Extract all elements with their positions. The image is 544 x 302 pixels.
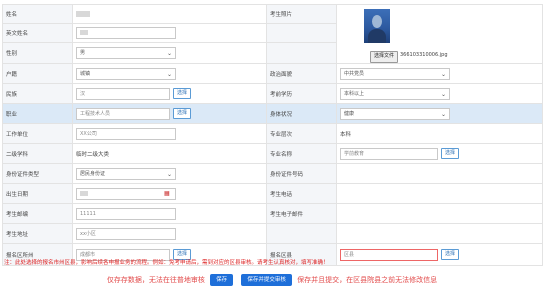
label-photo: 考生照片 — [266, 4, 337, 24]
label-address: 考生地址 — [2, 223, 73, 244]
id-type-select[interactable]: 居民身份证 ⌄ — [76, 167, 176, 180]
education-select[interactable]: 本科以上 ⌄ — [340, 87, 450, 100]
label-major-length: 专业层次 — [266, 123, 337, 144]
footer-actions: 仅存存数据，无法在往普地审核 保存 保存并提交审核 保存并且提交，在区县院县之前… — [0, 274, 544, 286]
label-education: 考前学历 — [266, 83, 337, 104]
health-value: 健康 — [344, 110, 355, 117]
label-major-name: 专业名称 — [266, 143, 337, 164]
gender-select[interactable]: 男 ⌄ — [76, 47, 176, 59]
political-select[interactable]: 中共党员 ⌄ — [340, 67, 450, 80]
district-pick-button[interactable]: 选择 — [441, 249, 460, 260]
label-id-number: 身份证件号码 — [266, 163, 337, 184]
label-id-type: 身份证件类型 — [2, 163, 73, 184]
political-value: 中共党员 — [344, 70, 365, 77]
hukou-value: 城镇 — [80, 70, 91, 77]
chevron-down-icon: ⌄ — [166, 70, 172, 78]
chevron-down-icon: ⌄ — [166, 50, 172, 57]
major-name-input[interactable]: 学前教育 — [340, 147, 438, 160]
candidate-photo — [364, 9, 390, 43]
hukou-select[interactable]: 城镇 ⌄ — [76, 67, 176, 80]
chevron-down-icon: ⌄ — [440, 70, 446, 78]
major-pick-button[interactable]: 选择 — [441, 148, 460, 159]
gender-value: 男 — [80, 50, 86, 56]
row-ethnicity: 民族 汉选择 考前学历 本科以上 ⌄ — [2, 83, 543, 104]
save-submit-button[interactable]: 保存并提交审核 — [241, 274, 292, 286]
form-table: 姓名 考生照片 英文姓名 性别 男 ⌄ 户籍 城镇 ⌄ 政治面貌 中共党员 ⌄ 民族 … — [2, 4, 543, 266]
english-name-value-redacted — [80, 30, 88, 35]
chevron-down-icon: ⌄ — [166, 170, 172, 178]
english-name-input[interactable] — [76, 27, 176, 39]
notice-text: 注：此处选择的报名市州区县，影响后续各申报业务的流程。例如：免考申请后，需到对应… — [4, 260, 329, 266]
row-id-type: 身份证件类型 居民身份证 ⌄ 身份证件号码 — [2, 163, 543, 184]
label-email: 考生电子邮件 — [266, 203, 337, 224]
row-hukou: 户籍 城镇 ⌄ 政治面貌 中共党员 ⌄ — [2, 63, 543, 84]
label-level2: 二级学科 — [2, 143, 73, 164]
employer-input[interactable]: XX公司 — [76, 127, 176, 140]
label-hukou: 户籍 — [2, 63, 73, 84]
label-occupation: 职业 — [2, 103, 73, 124]
occupation-pick-button[interactable]: 选择 — [173, 108, 192, 119]
chevron-down-icon: ⌄ — [440, 90, 446, 98]
label-ethnicity: 民族 — [2, 83, 73, 104]
name-value-redacted — [76, 10, 90, 17]
label-gender: 性别 — [2, 42, 73, 64]
row-address: 考生地址 xx小区 — [2, 223, 543, 244]
postcode-input[interactable]: 11111 — [76, 207, 176, 220]
row-name: 姓名 考生照片 — [2, 4, 543, 64]
major-length-value: 本科 — [340, 131, 352, 138]
label-political: 政治面貌 — [266, 63, 337, 84]
label-birth-date: 出生日期 — [2, 183, 73, 204]
address-input[interactable]: xx小区 — [76, 227, 176, 240]
label-employer: 工作单位 — [2, 123, 73, 144]
row-occupation: 职业 工程技术人员 选择 身体状况 健康 ⌄ — [2, 103, 543, 124]
district-input[interactable]: 区县 — [340, 248, 438, 261]
health-select[interactable]: 健康 ⌄ — [340, 107, 450, 120]
label-english-name: 英文姓名 — [2, 23, 73, 43]
birth-date-value-redacted — [80, 190, 88, 196]
save-button[interactable]: 保存 — [210, 274, 234, 286]
row-postcode: 考生邮编 11111 考生电子邮件 — [2, 203, 543, 224]
footer-left-text: 仅存存数据，无法在往普地审核 — [106, 276, 205, 284]
label-name: 姓名 — [2, 4, 73, 24]
level2-value: 临时二级大类 — [76, 151, 110, 158]
id-type-value: 居民身份证 — [80, 170, 106, 177]
label-health: 身体状况 — [266, 103, 337, 124]
chevron-down-icon: ⌄ — [440, 110, 446, 118]
occupation-input[interactable]: 工程技术人员 — [76, 107, 170, 120]
row-birth-date: 出生日期 ▦ 考生电话 — [2, 183, 543, 204]
education-value: 本科以上 — [344, 90, 365, 97]
birth-date-input[interactable] — [76, 187, 176, 200]
calendar-icon[interactable]: ▦ — [164, 190, 170, 197]
photo-filename: 366103310006.jpg — [400, 52, 448, 58]
label-phone: 考生电话 — [266, 183, 337, 204]
ethnicity-input[interactable]: 汉 — [76, 87, 170, 100]
row-employer: 工作单位 XX公司 专业层次 本科 — [2, 123, 543, 144]
registration-form: 姓名 考生照片 英文姓名 性别 男 ⌄ 户籍 城镇 ⌄ 政治面貌 中共党员 ⌄ 民族 … — [0, 0, 544, 302]
label-postcode: 考生邮编 — [2, 203, 73, 224]
row-level2: 二级学科 临时二级大类 专业名称 学前教育 选择 — [2, 143, 543, 164]
ethnicity-pick-button[interactable]: 选择 — [173, 88, 192, 99]
choose-file-button[interactable]: 选择文件 — [370, 51, 399, 63]
footer-right-text: 保存并且提交，在区县院县之前无法修改信息 — [297, 276, 438, 284]
